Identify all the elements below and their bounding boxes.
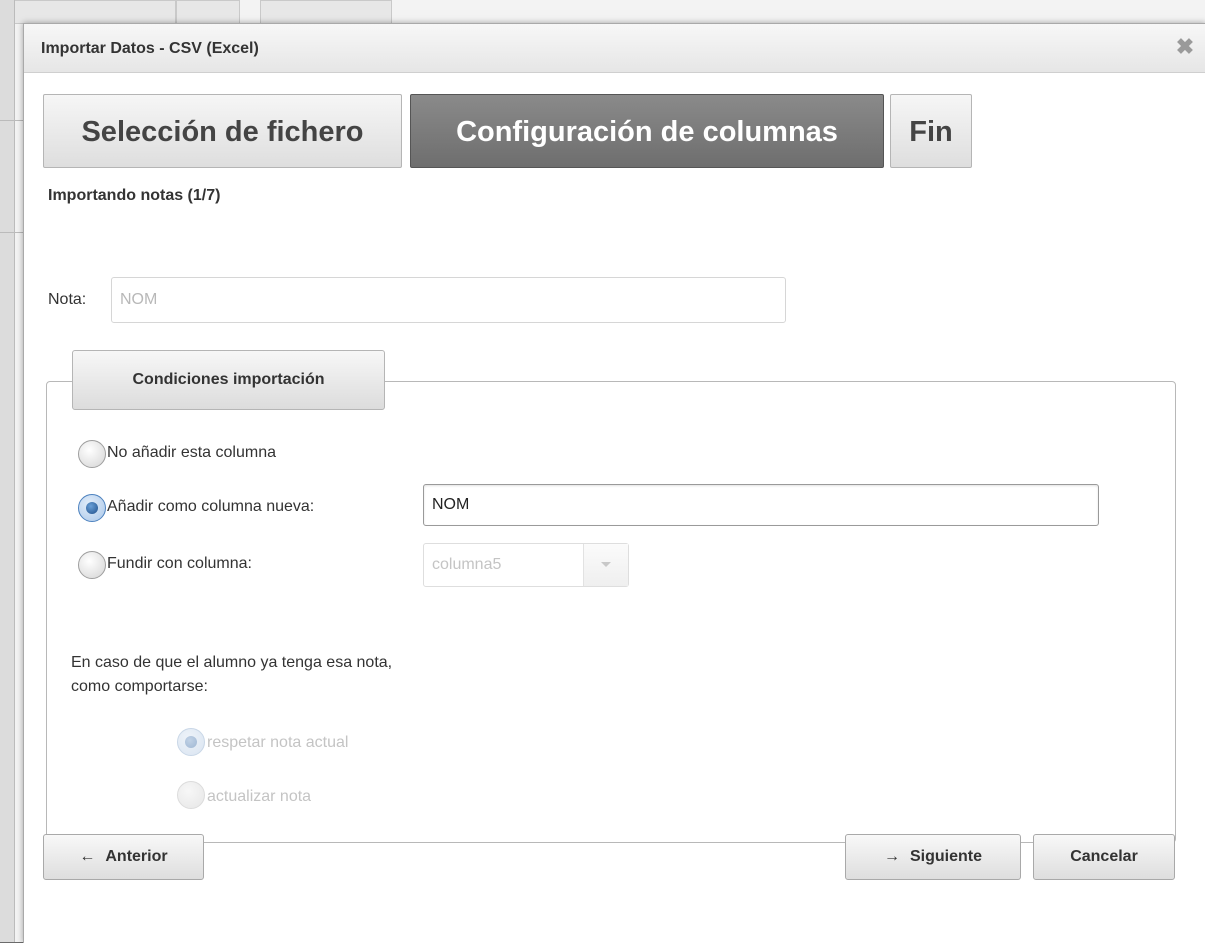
step-file-selection[interactable]: Selección de fichero bbox=[43, 94, 402, 168]
merge-column-select[interactable]: columna5 bbox=[423, 543, 629, 587]
dialog-title: Importar Datos - CSV (Excel) bbox=[41, 40, 259, 57]
arrow-left-icon: ← bbox=[79, 848, 96, 865]
import-progress-label: Importando notas (1/7) bbox=[48, 187, 221, 204]
arrow-right-icon: → bbox=[883, 848, 900, 865]
step-finish[interactable]: Fin bbox=[890, 94, 972, 168]
close-icon[interactable]: ✖ bbox=[1174, 36, 1196, 58]
import-conditions-legend: Condiciones importación bbox=[72, 350, 385, 410]
import-dialog: Importar Datos - CSV (Excel) ✖ Selección… bbox=[23, 23, 1205, 943]
radio-keep-grade-label: respetar nota actual bbox=[207, 734, 349, 751]
cancel-button[interactable]: Cancelar bbox=[1033, 834, 1175, 880]
background-sidebar bbox=[0, 0, 15, 942]
radio-add-new-column[interactable] bbox=[78, 494, 106, 522]
nota-label: Nota: bbox=[48, 291, 87, 308]
chevron-down-icon bbox=[601, 562, 611, 567]
radio-add-new-column-label: Añadir como columna nueva: bbox=[107, 498, 315, 515]
radio-keep-grade[interactable] bbox=[177, 728, 205, 756]
background-tab bbox=[260, 0, 392, 24]
next-button[interactable]: → Siguiente bbox=[845, 834, 1021, 880]
radio-no-add-label: No añadir esta columna bbox=[107, 444, 276, 461]
merge-column-value: columna5 bbox=[432, 556, 502, 573]
previous-button-label: Anterior bbox=[105, 848, 168, 865]
radio-no-add[interactable] bbox=[78, 440, 106, 468]
background-divider bbox=[0, 120, 24, 121]
previous-button[interactable]: ← Anterior bbox=[43, 834, 204, 880]
existing-grade-info-line2: como comportarse: bbox=[71, 678, 208, 695]
background-tab bbox=[176, 0, 240, 24]
dialog-titlebar: Importar Datos - CSV (Excel) ✖ bbox=[24, 24, 1205, 73]
step-column-config[interactable]: Configuración de columnas bbox=[410, 94, 884, 168]
new-column-name-input[interactable] bbox=[423, 484, 1099, 526]
radio-merge-column-label: Fundir con columna: bbox=[107, 555, 252, 572]
radio-update-grade-label: actualizar nota bbox=[207, 788, 312, 805]
background-divider bbox=[0, 232, 24, 233]
background-tab bbox=[14, 0, 176, 24]
existing-grade-info-line1: En caso de que el alumno ya tenga esa no… bbox=[71, 654, 393, 671]
nota-field[interactable] bbox=[111, 277, 786, 323]
merge-column-dropdown-button[interactable] bbox=[583, 544, 628, 586]
radio-update-grade[interactable] bbox=[177, 781, 205, 809]
radio-merge-column[interactable] bbox=[78, 551, 106, 579]
next-button-label: Siguiente bbox=[909, 848, 982, 865]
existing-grade-info: En caso de que el alumno ya tenga esa no… bbox=[71, 651, 392, 699]
